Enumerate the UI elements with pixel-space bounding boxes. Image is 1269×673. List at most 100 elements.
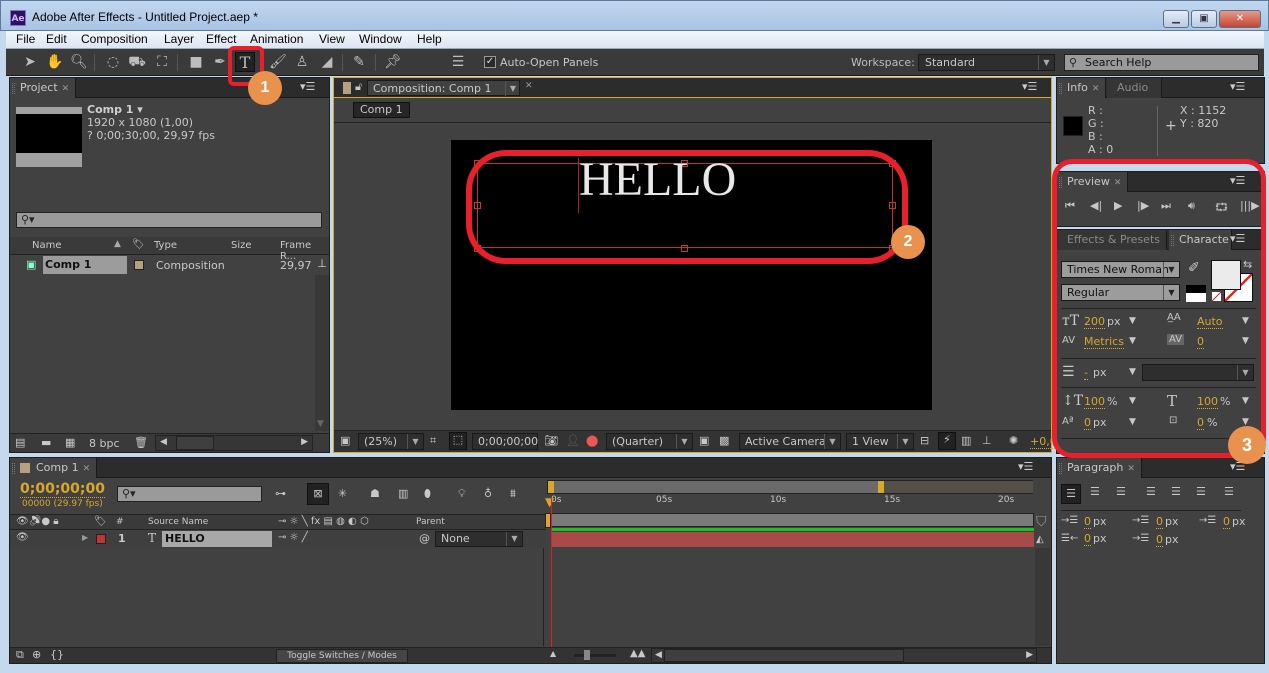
tab-audio[interactable]: Audio [1107,78,1162,98]
brush-tool-icon[interactable]: 🖌︎ [268,52,288,72]
column-type[interactable]: Type [154,240,177,251]
menu-composition[interactable]: Composition [81,32,148,46]
comp-marker-bin-icon[interactable]: ⛉ [1036,514,1047,530]
work-area-end-handle[interactable] [878,481,884,493]
grid-guide-icon[interactable]: ⌗ [430,434,436,448]
breadcrumb-comp[interactable]: Comp 1 [353,102,410,118]
toggle-switches-modes-button[interactable]: Toggle Switches / Modes [276,649,408,663]
minimize-button[interactable]: ▁ [1163,10,1189,28]
new-composition-icon[interactable]: ▦ [65,436,75,449]
close-tab-icon[interactable]: ✕ [525,81,533,91]
live-update-icon[interactable]: ⊠ [307,483,329,505]
layer-switches[interactable]: ⊸ ☼ ╱ [278,532,308,543]
workspace-select[interactable]: Standard ▼ [918,54,1055,71]
camera-view-select[interactable]: Active Camera ▼ [739,433,841,450]
zoom-tool-icon[interactable]: 🔍︎ [69,52,89,72]
puppet-pin-tool-icon[interactable]: 📌︎ [383,52,403,72]
maximize-button[interactable]: ▣ [1191,10,1217,28]
menu-window[interactable]: Window [359,32,402,46]
pixel-aspect-icon[interactable]: ⊟ [920,434,929,447]
magnification-select[interactable]: (25%) ▼ [358,433,424,450]
current-time-indicator[interactable]: ▼ [545,495,554,509]
pickwhip-icon[interactable]: @ [419,532,430,545]
tab-info[interactable]: Info ✕ [1057,78,1107,98]
flowchart-icon[interactable]: ⊥ [315,257,329,275]
menu-effect[interactable]: Effect [206,32,236,46]
close-tab-icon[interactable]: ✕ [62,84,70,94]
space-before-value[interactable]: 0 [1084,532,1091,546]
indent-right-value[interactable]: 0 [1223,515,1230,529]
menu-view[interactable]: View [319,32,345,46]
fill-color-swatch[interactable] [1211,260,1241,290]
selection-tool-icon[interactable]: ➤ [20,52,40,72]
close-tab-icon[interactable]: ✕ [83,464,91,474]
layer-switches-toggle-icon[interactable]: ⧉ [16,648,24,662]
panel-menu-icon[interactable]: ▾☰ [1022,80,1037,93]
column-source-name[interactable]: Source Name [148,517,208,527]
roto-brush-tool-icon[interactable]: ✎ [349,52,369,72]
timeline-icon[interactable]: ▥ [961,434,971,447]
eraser-tool-icon[interactable]: ◢ [317,52,337,72]
always-preview-icon[interactable]: ▣ [340,434,350,447]
resolution-select[interactable]: (Quarter) ▼ [606,433,693,450]
menu-layer[interactable]: Layer [164,32,194,46]
chevron-down-icon[interactable]: ▼ [504,81,516,96]
scroll-thumb[interactable] [664,649,904,662]
layer-label-color[interactable] [96,534,106,544]
menu-help[interactable]: Help [417,32,442,46]
justify-all-icon[interactable]: ☰ [1224,485,1234,498]
panel-menu-icon[interactable]: ▾☰ [300,80,315,93]
align-left-icon[interactable]: ☰ [1061,484,1081,504]
panel-menu-icon[interactable]: ▾☰ [1018,460,1033,473]
indent-left-value[interactable]: 0 [1084,515,1091,529]
clone-stamp-tool-icon[interactable]: ♙ [292,52,312,72]
fast-draft-icon[interactable]: ⚡ [938,432,956,450]
hand-tool-icon[interactable]: ✋ [45,52,65,72]
timeline-search-input[interactable]: ⚲▾ [117,486,262,502]
transparency-grid-icon[interactable]: ▩ [719,434,729,447]
timecode-field[interactable]: 0;00;00;00 [472,433,538,450]
space-after-value[interactable]: 0 [1156,533,1163,547]
justify-last-right-icon[interactable]: ☰ [1196,485,1206,498]
show-snapshot-icon[interactable]: 👤︎ [566,434,580,447]
panel-layout-icon[interactable]: ☰ [448,52,468,72]
flowchart-icon[interactable]: ⊥ [982,434,992,447]
exposure-icon[interactable]: ✺ [1009,434,1018,447]
column-parent[interactable]: Parent [416,517,445,527]
panel-menu-icon[interactable]: ▾☰ [1230,80,1245,93]
close-button[interactable]: ✕ [1219,10,1261,28]
scroll-down-icon[interactable]: ▼ [317,419,324,429]
zoom-in-icon[interactable]: ▲▲ [630,648,645,659]
auto-open-panels-checkbox[interactable]: ✓ [484,56,496,68]
project-vertical-scrollbar[interactable]: ▼ [315,275,329,431]
composition-mini-flowchart-icon[interactable]: ⊶ [275,487,286,500]
project-item-row[interactable]: ▣ Comp 1 Composition 29,97 [10,256,315,274]
layer-name[interactable]: HELLO [162,531,272,547]
tab-composition[interactable]: Composition: Comp 1 ▼ [367,80,520,96]
channel-icon[interactable]: ⬤ [586,434,598,447]
justify-last-left-icon[interactable]: ☰ [1146,485,1156,498]
color-depth-label[interactable]: 8 bpc [89,437,120,450]
timeline-horizontal-scrollbar[interactable]: ◀ ▶ [651,648,1037,663]
search-help-input[interactable]: ⚲ Search Help [1064,54,1259,71]
parent-select[interactable]: None ▼ [435,531,523,547]
menu-animation[interactable]: Animation [250,32,303,46]
rectangle-tool-icon[interactable]: ■ [186,52,206,72]
tab-paragraph[interactable]: Paragraph ✕ [1057,458,1142,478]
column-name[interactable]: Name [32,240,62,251]
snapshot-icon[interactable]: 📷︎ [544,434,558,447]
transfer-controls-toggle-icon[interactable]: ⊕ [32,648,41,661]
rotation-tool-icon[interactable]: ◌ [103,52,123,72]
graph-editor-icon[interactable]: ⩩ [510,487,516,501]
justify-last-center-icon[interactable]: ☰ [1171,485,1181,498]
comp-button-icon[interactable]: ◭ [1036,534,1044,545]
region-of-interest-icon[interactable]: ⬚ [449,432,467,450]
view-layout-select[interactable]: 1 View ▼ [846,433,914,450]
zoom-out-icon[interactable]: ▲ [550,649,556,658]
project-horizontal-scrollbar[interactable]: ◀ ▶ [155,435,313,451]
work-area-start-handle[interactable] [548,481,554,493]
tab-timeline-comp[interactable]: Comp 1 ✕ [10,458,98,478]
lock-icon[interactable]: 🔓︎ [355,80,362,94]
interpret-footage-icon[interactable]: ▤ [15,436,25,449]
visibility-icon[interactable]: 👁︎ [16,532,29,543]
